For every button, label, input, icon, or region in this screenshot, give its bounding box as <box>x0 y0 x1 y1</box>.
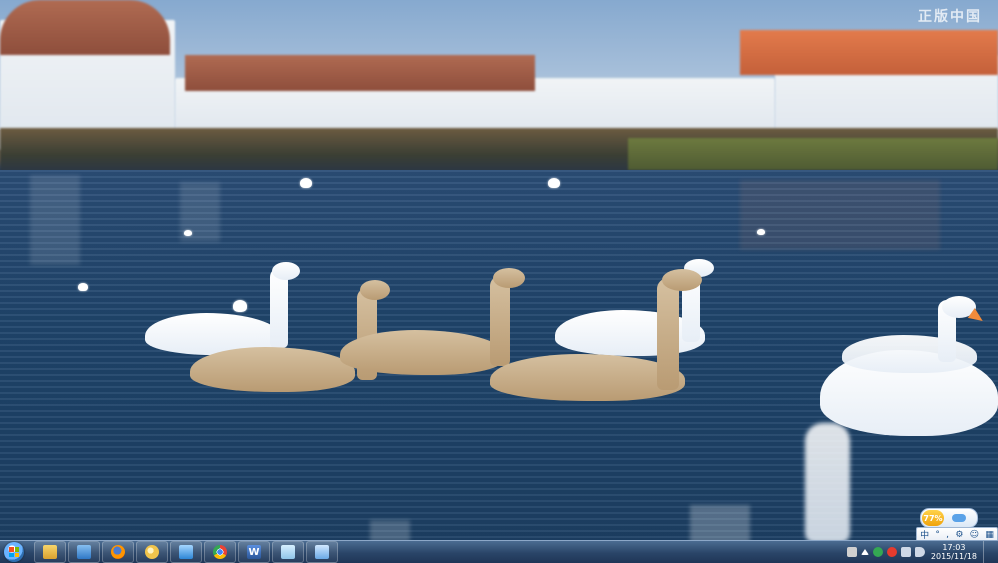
taskbar-app-media[interactable] <box>136 541 168 563</box>
folder-icon <box>43 545 57 559</box>
wallpaper-cygnet-head <box>493 268 525 288</box>
firefox-icon <box>111 545 125 559</box>
up-arrow-icon[interactable] <box>860 549 869 555</box>
wallpaper-roof-center <box>185 55 535 91</box>
app-tray-icon[interactable] <box>886 547 897 557</box>
ime-item[interactable]: , <box>946 530 949 540</box>
desktop-wallpaper <box>0 0 998 562</box>
wallpaper-roof-left <box>0 0 170 55</box>
wallpaper-cygnet <box>190 347 355 392</box>
media-icon <box>145 545 159 559</box>
wallpaper-swan-head <box>272 262 300 280</box>
control-panel-icon <box>77 545 91 559</box>
show-desktop-button[interactable] <box>983 541 992 563</box>
wallpaper-cygnet-neck <box>657 278 679 390</box>
ime-item[interactable]: ⚙ <box>955 530 963 540</box>
network-icon <box>179 545 193 559</box>
action-center-icon[interactable] <box>846 547 857 557</box>
wallpaper-foreground-reflection <box>690 505 750 545</box>
taskbar-clock[interactable]: 17:03 2015/11/18 <box>931 543 977 561</box>
wallpaper-gull <box>78 283 88 291</box>
wallpaper-gull <box>184 230 192 236</box>
network-tray-icon[interactable] <box>900 547 911 557</box>
utility-icon <box>315 545 329 559</box>
wallpaper-gull <box>300 178 312 188</box>
wallpaper-reflection <box>30 175 80 265</box>
ime-item[interactable]: ▦ <box>985 530 994 540</box>
taskbar: W 17:03 2015/11/18 <box>0 540 998 563</box>
ime-item[interactable]: ☺ <box>970 530 979 540</box>
taskbar-app-explorer[interactable] <box>34 541 66 563</box>
windows-logo-icon <box>9 547 19 557</box>
wallpaper-cygnet <box>340 330 505 375</box>
cloud-icon <box>952 514 966 522</box>
wallpaper-gull <box>548 178 560 188</box>
wallpaper-gull <box>233 300 247 312</box>
system-tray: 17:03 2015/11/18 <box>843 541 998 563</box>
taskbar-app-firefox[interactable] <box>102 541 134 563</box>
taskbar-app-notepad[interactable] <box>272 541 304 563</box>
wallpaper-foreground-neck <box>805 423 850 543</box>
wallpaper-cygnet <box>490 354 685 401</box>
wallpaper-reflection <box>740 180 940 250</box>
wallpaper-roof-right <box>740 30 998 75</box>
taskbar-app-word[interactable]: W <box>238 541 270 563</box>
watermark: 正版中国 <box>918 9 982 25</box>
ime-item[interactable]: ° <box>935 530 940 540</box>
wallpaper-gull <box>757 229 765 235</box>
word-icon: W <box>247 545 261 559</box>
taskbar-app-utility[interactable] <box>306 541 338 563</box>
wallpaper-foreground-reflection <box>370 520 410 542</box>
clock-date: 2015/11/18 <box>930 552 977 561</box>
wallpaper-cygnet-neck <box>490 276 510 366</box>
wallpaper-swan-neck <box>270 268 288 348</box>
wallpaper-swan <box>842 335 977 373</box>
chrome-icon <box>213 545 227 559</box>
clock-time: 17:03 <box>942 543 966 552</box>
wallpaper-grass <box>628 138 998 170</box>
volume-icon[interactable] <box>914 547 925 557</box>
weather-value: 77% <box>922 510 944 526</box>
security-icon[interactable] <box>872 547 883 557</box>
taskbar-app-control-panel[interactable] <box>68 541 100 563</box>
weather-widget[interactable]: 77% <box>920 508 978 528</box>
taskbar-app-network[interactable] <box>170 541 202 563</box>
start-button[interactable] <box>4 542 24 562</box>
wallpaper-cygnet-head <box>360 280 390 300</box>
taskbar-app-chrome[interactable] <box>204 541 236 563</box>
notepad-icon <box>281 545 295 559</box>
wallpaper-cygnet-head <box>662 269 702 291</box>
